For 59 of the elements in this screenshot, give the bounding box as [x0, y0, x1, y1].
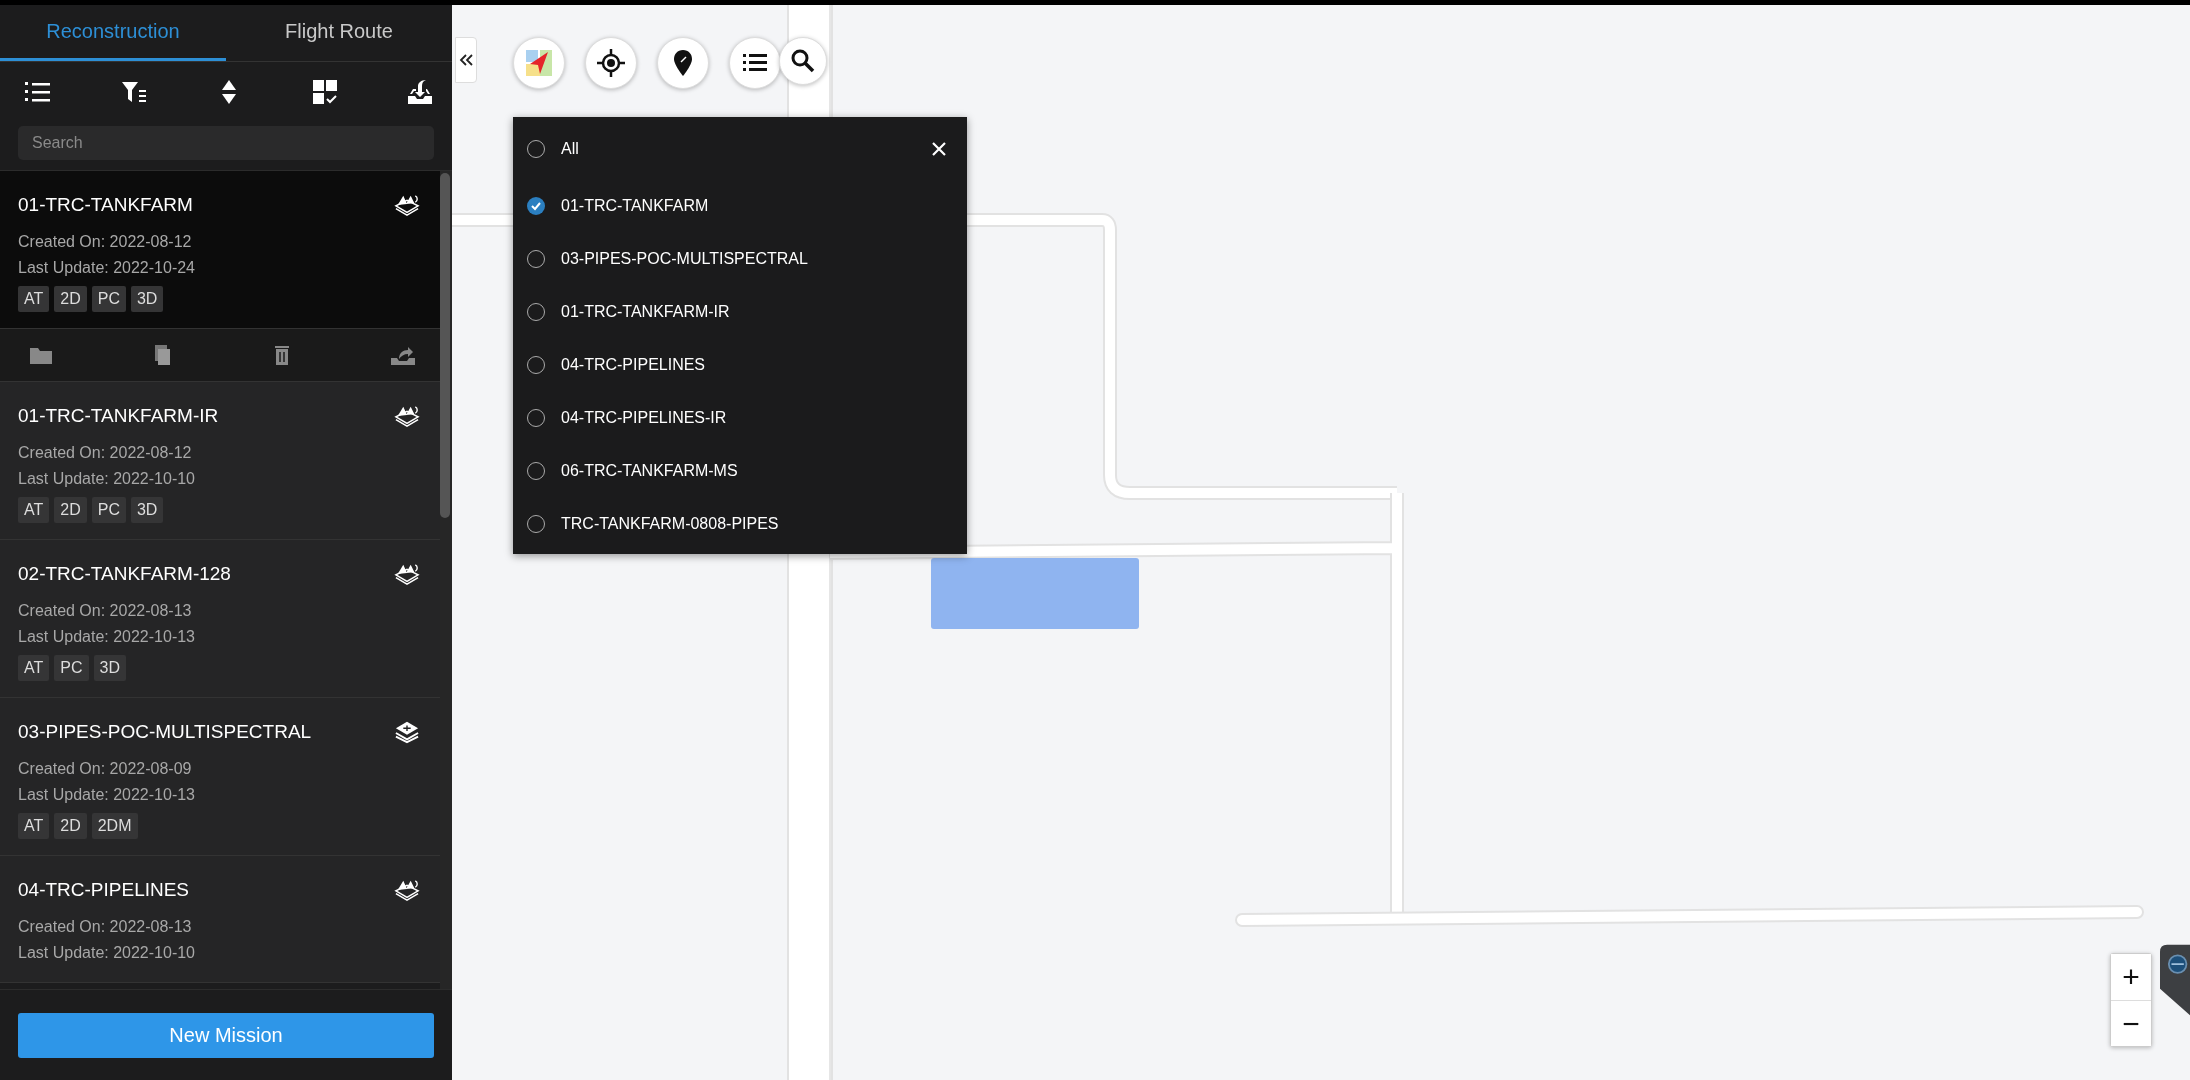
layered-model-icon — [392, 562, 422, 586]
close-icon — [931, 141, 947, 157]
option-label: TRC-TANKFARM-0808-PIPES — [561, 514, 780, 533]
update-date: Last Update: 2022-10-13 — [18, 785, 196, 805]
selected-mission-card[interactable]: 01-TRC-TANKFARM Created On: 2022-08-12 Last Update: 2022-10-24 AT 2D PC 3D — [0, 171, 440, 329]
double-chevron-icon — [459, 54, 473, 66]
product-tag: PC — [91, 497, 126, 523]
map-arrow-icon — [524, 48, 554, 78]
product-tag: PC — [54, 655, 89, 681]
created-date: Created On: 2022-08-13 — [18, 917, 193, 937]
created-date: Created On: 2022-08-12 — [18, 232, 193, 252]
scrollbar-thumb[interactable] — [440, 173, 450, 518]
tab[interactable]: Flight Route — [226, 5, 452, 61]
created-date: Created On: 2022-08-13 — [18, 601, 193, 621]
update-date: Last Update: 2022-10-13 — [18, 627, 196, 647]
update-date: Last Update: 2022-10-24 — [18, 258, 196, 278]
mission-title: 01-TRC-TANKFARM-IR — [18, 405, 219, 427]
product-tag: 2D — [54, 497, 87, 523]
option-label: 06-TRC-TANKFARM-MS — [561, 461, 739, 480]
option-label: 01-TRC-TANKFARM-IR — [561, 302, 731, 321]
zoom-out-button[interactable]: − — [2111, 1000, 2151, 1046]
mission-card[interactable]: 01-TRC-TANKFARM-IR Created On: 2022-08-12 Last Update: 2022-10-10 AT 2D PC 3D — [0, 382, 440, 540]
product-tag: 2DM — [91, 813, 138, 839]
update-date: Last Update: 2022-10-10 — [18, 469, 196, 489]
option-label: 01-TRC-TANKFARM — [561, 196, 710, 215]
mission-title: 04-TRC-PIPELINES — [18, 879, 190, 901]
product-tag: 3D — [130, 497, 164, 523]
search-field[interactable]: Search — [18, 126, 434, 160]
update-date: Last Update: 2022-10-10 — [18, 943, 196, 963]
product-tag: 2D — [54, 286, 87, 312]
product-tag: AT — [18, 286, 50, 312]
created-date: Created On: 2022-08-09 — [18, 759, 193, 779]
product-tag: AT — [18, 813, 50, 839]
tab[interactable]: Reconstruction — [0, 5, 226, 61]
mission-card[interactable]: 03-PIPES-POC-MULTISPECTRAL Created On: 2022-08-09 Last Update: 2022-10-13 AT 2D 2DM — [0, 698, 440, 856]
mission-title: 02-TRC-TANKFARM-128 — [18, 563, 231, 585]
crosshair-icon — [596, 48, 626, 78]
layered-model-icon — [392, 193, 422, 217]
mission-title: 03-PIPES-POC-MULTISPECTRAL — [18, 721, 312, 743]
mission-card[interactable]: 04-TRC-PIPELINES Created On: 2022-08-13 Last Update: 2022-10-10 — [0, 856, 440, 983]
product-tag: PC — [91, 286, 126, 312]
layered-model-icon — [392, 404, 422, 428]
product-tag: 2D — [54, 813, 87, 839]
product-tag: 3D — [130, 286, 164, 312]
option-label: All — [561, 140, 580, 158]
product-tag: AT — [18, 655, 50, 681]
close-button[interactable] — [931, 141, 947, 157]
option-label: 04-TRC-PIPELINES — [561, 355, 707, 374]
mission-title: 01-TRC-TANKFARM — [18, 194, 193, 216]
mission-card[interactable]: 02-TRC-TANKFARM-128 Created On: 2022-08-13 Last Update: 2022-10-13 AT PC 3D — [0, 540, 440, 698]
option-label: 03-PIPES-POC-MULTISPECTRAL — [561, 249, 809, 268]
layered-model-icon — [392, 878, 422, 902]
product-tag: 3D — [93, 655, 126, 681]
created-date: Created On: 2022-08-12 — [18, 443, 193, 463]
option-label: 04-TRC-PIPELINES-IR — [561, 408, 728, 427]
product-tag: AT — [18, 497, 50, 523]
radio-button[interactable] — [527, 196, 545, 215]
zoom-in-button[interactable]: + — [2111, 954, 2151, 1000]
collapse-button[interactable] — [455, 37, 477, 83]
